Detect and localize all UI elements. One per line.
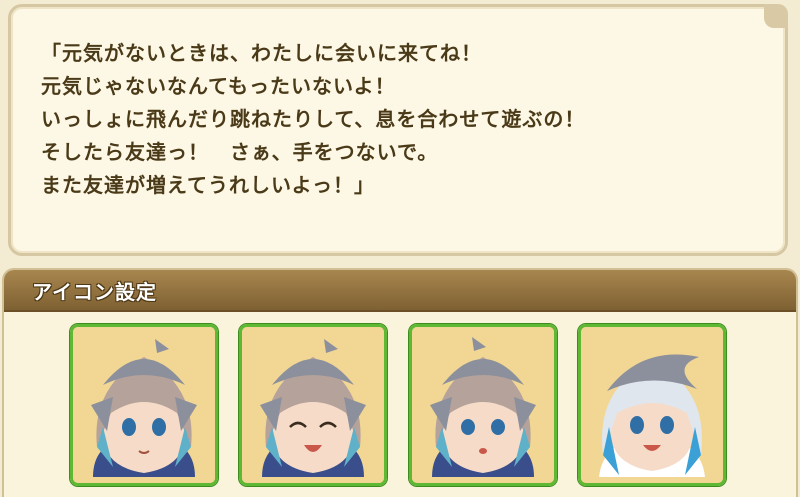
panel-corner-tab xyxy=(764,4,788,28)
icon-card-1[interactable] xyxy=(70,324,218,486)
dolphin-girl-surprised-icon xyxy=(412,327,554,483)
icon-card-3[interactable] xyxy=(409,324,557,486)
quote-line-3: いっしょに飛んだり跳ねたりして、息を合わせて遊ぶの！ xyxy=(41,107,586,131)
dolphin-girl-icon xyxy=(73,327,215,483)
icon-settings-title: アイコン設定 xyxy=(32,280,157,304)
quote-line-1: 「元気がないときは、わたしに会いに来てね！ xyxy=(41,41,482,65)
icon-card-2[interactable] xyxy=(239,324,387,486)
dolphin-girl-smile-icon xyxy=(242,327,384,483)
icon-card-4[interactable] xyxy=(578,324,726,486)
quote-line-5: また友達が増えてうれしいよっ！」 xyxy=(41,173,375,197)
icon-settings-header: アイコン設定 xyxy=(4,270,796,312)
quote-text: 「元気がないときは、わたしに会いに来てね！ 元気じゃないなんてもったいないよ！ … xyxy=(41,37,585,202)
quote-line-4: そしたら友達っ！ さぁ、手をつないで。 xyxy=(41,140,439,164)
icon-settings-panel: アイコン設定 xyxy=(2,268,798,497)
dolphin-girl-cheerful-icon xyxy=(581,327,723,483)
quote-panel: 「元気がないときは、わたしに会いに来てね！ 元気じゃないなんてもったいないよ！ … xyxy=(8,4,788,256)
quote-line-2: 元気じゃないなんてもったいないよ！ xyxy=(41,74,396,98)
